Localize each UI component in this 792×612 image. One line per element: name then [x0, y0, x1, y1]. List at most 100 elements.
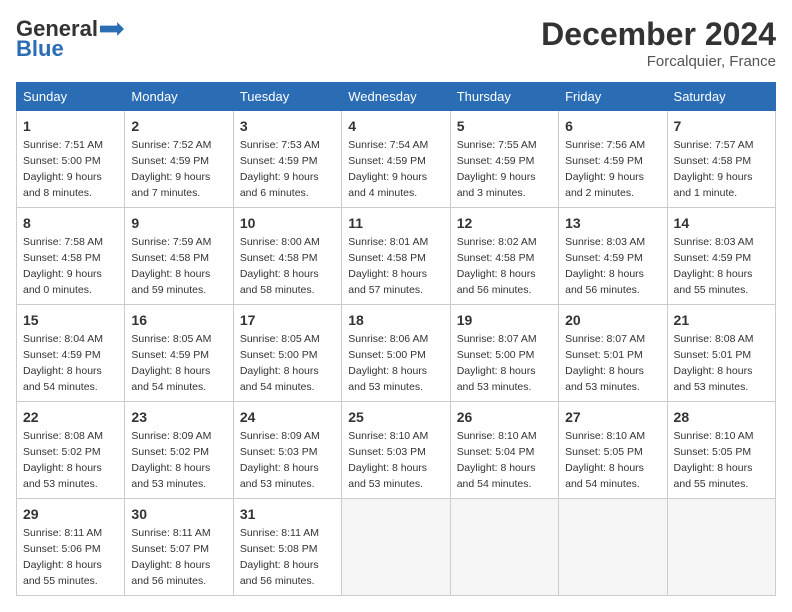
day-info: Sunrise: 8:09 AMSunset: 5:02 PMDaylight:…: [131, 430, 211, 490]
day-number: 24: [240, 407, 335, 427]
calendar-cell: [342, 499, 450, 596]
day-info: Sunrise: 7:57 AMSunset: 4:58 PMDaylight:…: [674, 139, 754, 199]
calendar-cell: 27 Sunrise: 8:10 AMSunset: 5:05 PMDaylig…: [559, 402, 667, 499]
header-sunday: Sunday: [17, 83, 125, 111]
calendar-cell: 16 Sunrise: 8:05 AMSunset: 4:59 PMDaylig…: [125, 305, 233, 402]
calendar-cell: 17 Sunrise: 8:05 AMSunset: 5:00 PMDaylig…: [233, 305, 341, 402]
calendar-cell: 28 Sunrise: 8:10 AMSunset: 5:05 PMDaylig…: [667, 402, 775, 499]
calendar-cell: 6 Sunrise: 7:56 AMSunset: 4:59 PMDayligh…: [559, 111, 667, 208]
calendar-cell: 12 Sunrise: 8:02 AMSunset: 4:58 PMDaylig…: [450, 208, 558, 305]
day-number: 15: [23, 310, 118, 330]
day-info: Sunrise: 8:05 AMSunset: 5:00 PMDaylight:…: [240, 333, 320, 393]
calendar-cell: 31 Sunrise: 8:11 AMSunset: 5:08 PMDaylig…: [233, 499, 341, 596]
weekday-header-row: Sunday Monday Tuesday Wednesday Thursday…: [17, 83, 776, 111]
day-info: Sunrise: 8:10 AMSunset: 5:05 PMDaylight:…: [674, 430, 754, 490]
day-info: Sunrise: 7:53 AMSunset: 4:59 PMDaylight:…: [240, 139, 320, 199]
day-info: Sunrise: 8:09 AMSunset: 5:03 PMDaylight:…: [240, 430, 320, 490]
calendar-cell: 20 Sunrise: 8:07 AMSunset: 5:01 PMDaylig…: [559, 305, 667, 402]
day-info: Sunrise: 8:00 AMSunset: 4:58 PMDaylight:…: [240, 236, 320, 296]
calendar-cell: 10 Sunrise: 8:00 AMSunset: 4:58 PMDaylig…: [233, 208, 341, 305]
day-number: 19: [457, 310, 552, 330]
day-info: Sunrise: 7:54 AMSunset: 4:59 PMDaylight:…: [348, 139, 428, 199]
calendar-cell: 4 Sunrise: 7:54 AMSunset: 4:59 PMDayligh…: [342, 111, 450, 208]
day-number: 14: [674, 213, 769, 233]
day-number: 18: [348, 310, 443, 330]
day-info: Sunrise: 7:56 AMSunset: 4:59 PMDaylight:…: [565, 139, 645, 199]
day-number: 9: [131, 213, 226, 233]
calendar-week-row: 29 Sunrise: 8:11 AMSunset: 5:06 PMDaylig…: [17, 499, 776, 596]
day-number: 26: [457, 407, 552, 427]
day-number: 1: [23, 116, 118, 136]
calendar-cell: 25 Sunrise: 8:10 AMSunset: 5:03 PMDaylig…: [342, 402, 450, 499]
calendar-cell: [559, 499, 667, 596]
day-info: Sunrise: 8:02 AMSunset: 4:58 PMDaylight:…: [457, 236, 537, 296]
day-number: 29: [23, 504, 118, 524]
calendar-cell: [450, 499, 558, 596]
day-info: Sunrise: 7:58 AMSunset: 4:58 PMDaylight:…: [23, 236, 103, 296]
day-info: Sunrise: 8:06 AMSunset: 5:00 PMDaylight:…: [348, 333, 428, 393]
calendar-cell: 19 Sunrise: 8:07 AMSunset: 5:00 PMDaylig…: [450, 305, 558, 402]
day-info: Sunrise: 8:10 AMSunset: 5:04 PMDaylight:…: [457, 430, 537, 490]
day-number: 23: [131, 407, 226, 427]
day-number: 3: [240, 116, 335, 136]
day-number: 4: [348, 116, 443, 136]
calendar-cell: 24 Sunrise: 8:09 AMSunset: 5:03 PMDaylig…: [233, 402, 341, 499]
calendar-cell: 26 Sunrise: 8:10 AMSunset: 5:04 PMDaylig…: [450, 402, 558, 499]
day-info: Sunrise: 8:01 AMSunset: 4:58 PMDaylight:…: [348, 236, 428, 296]
day-info: Sunrise: 8:11 AMSunset: 5:07 PMDaylight:…: [131, 527, 210, 587]
header-thursday: Thursday: [450, 83, 558, 111]
calendar-cell: 1 Sunrise: 7:51 AMSunset: 5:00 PMDayligh…: [17, 111, 125, 208]
day-info: Sunrise: 8:03 AMSunset: 4:59 PMDaylight:…: [565, 236, 645, 296]
calendar-cell: 8 Sunrise: 7:58 AMSunset: 4:58 PMDayligh…: [17, 208, 125, 305]
day-info: Sunrise: 8:07 AMSunset: 5:01 PMDaylight:…: [565, 333, 645, 393]
day-info: Sunrise: 8:11 AMSunset: 5:08 PMDaylight:…: [240, 527, 319, 587]
day-number: 2: [131, 116, 226, 136]
day-info: Sunrise: 8:05 AMSunset: 4:59 PMDaylight:…: [131, 333, 211, 393]
header-tuesday: Tuesday: [233, 83, 341, 111]
day-number: 6: [565, 116, 660, 136]
day-info: Sunrise: 8:08 AMSunset: 5:02 PMDaylight:…: [23, 430, 103, 490]
day-number: 16: [131, 310, 226, 330]
header-friday: Friday: [559, 83, 667, 111]
calendar-cell: 9 Sunrise: 7:59 AMSunset: 4:58 PMDayligh…: [125, 208, 233, 305]
day-info: Sunrise: 7:59 AMSunset: 4:58 PMDaylight:…: [131, 236, 211, 296]
calendar-cell: 18 Sunrise: 8:06 AMSunset: 5:00 PMDaylig…: [342, 305, 450, 402]
title-block: December 2024 Forcalquier, France: [541, 16, 776, 70]
day-number: 10: [240, 213, 335, 233]
day-info: Sunrise: 8:11 AMSunset: 5:06 PMDaylight:…: [23, 527, 102, 587]
day-number: 7: [674, 116, 769, 136]
day-number: 17: [240, 310, 335, 330]
day-number: 27: [565, 407, 660, 427]
day-number: 11: [348, 213, 443, 233]
header-monday: Monday: [125, 83, 233, 111]
calendar-cell: 2 Sunrise: 7:52 AMSunset: 4:59 PMDayligh…: [125, 111, 233, 208]
day-info: Sunrise: 7:52 AMSunset: 4:59 PMDaylight:…: [131, 139, 211, 199]
day-number: 28: [674, 407, 769, 427]
calendar-cell: 14 Sunrise: 8:03 AMSunset: 4:59 PMDaylig…: [667, 208, 775, 305]
calendar-cell: 3 Sunrise: 7:53 AMSunset: 4:59 PMDayligh…: [233, 111, 341, 208]
calendar-week-row: 8 Sunrise: 7:58 AMSunset: 4:58 PMDayligh…: [17, 208, 776, 305]
day-info: Sunrise: 8:10 AMSunset: 5:05 PMDaylight:…: [565, 430, 645, 490]
day-number: 30: [131, 504, 226, 524]
calendar-table: Sunday Monday Tuesday Wednesday Thursday…: [16, 82, 776, 596]
day-info: Sunrise: 7:55 AMSunset: 4:59 PMDaylight:…: [457, 139, 537, 199]
calendar-cell: 11 Sunrise: 8:01 AMSunset: 4:58 PMDaylig…: [342, 208, 450, 305]
logo: General Blue: [16, 16, 124, 62]
day-number: 13: [565, 213, 660, 233]
day-number: 25: [348, 407, 443, 427]
day-info: Sunrise: 8:10 AMSunset: 5:03 PMDaylight:…: [348, 430, 428, 490]
day-info: Sunrise: 7:51 AMSunset: 5:00 PMDaylight:…: [23, 139, 103, 199]
calendar-cell: 22 Sunrise: 8:08 AMSunset: 5:02 PMDaylig…: [17, 402, 125, 499]
day-number: 8: [23, 213, 118, 233]
day-info: Sunrise: 8:08 AMSunset: 5:01 PMDaylight:…: [674, 333, 754, 393]
day-number: 12: [457, 213, 552, 233]
day-number: 20: [565, 310, 660, 330]
calendar-cell: 15 Sunrise: 8:04 AMSunset: 4:59 PMDaylig…: [17, 305, 125, 402]
calendar-cell: 23 Sunrise: 8:09 AMSunset: 5:02 PMDaylig…: [125, 402, 233, 499]
header-saturday: Saturday: [667, 83, 775, 111]
day-number: 22: [23, 407, 118, 427]
calendar-cell: 29 Sunrise: 8:11 AMSunset: 5:06 PMDaylig…: [17, 499, 125, 596]
calendar-cell: 21 Sunrise: 8:08 AMSunset: 5:01 PMDaylig…: [667, 305, 775, 402]
day-number: 5: [457, 116, 552, 136]
calendar-body: 1 Sunrise: 7:51 AMSunset: 5:00 PMDayligh…: [17, 111, 776, 596]
